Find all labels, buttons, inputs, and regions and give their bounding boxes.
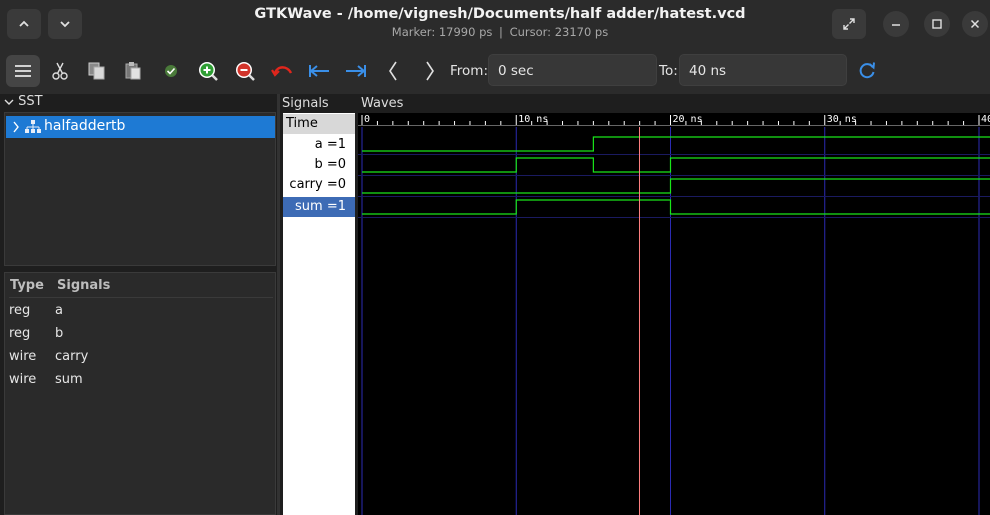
arrow-to-end-icon [346, 65, 366, 77]
waves-pane[interactable]: 0 10 ns 20 ns 30 ns 40 n [358, 113, 990, 515]
chevron-up-icon [19, 20, 29, 27]
scroll-up-button[interactable] [7, 9, 41, 39]
minimize-icon [892, 24, 900, 26]
window-title: GTKWave - /home/vignesh/Documents/half a… [254, 6, 746, 22]
paste-button[interactable] [118, 56, 148, 86]
undo-zoom-button[interactable] [267, 56, 297, 86]
menu-button[interactable] [6, 55, 40, 87]
signals-pane-title: Signals [282, 96, 329, 111]
hamburger-icon [15, 65, 31, 77]
from-label: From: [450, 63, 488, 79]
marker-readout: Marker: 17990 ps [391, 25, 493, 39]
zoom-in-button[interactable] [193, 56, 223, 86]
pane-divider[interactable] [277, 94, 280, 515]
signal-list-row[interactable]: wire carry [5, 347, 275, 369]
signals-pane: Time a =1 b =0 carry =0 sum =1 [283, 113, 355, 515]
maximize-button[interactable] [924, 11, 950, 37]
time-row: Time [283, 114, 355, 134]
waveform-canvas[interactable]: 0 10 ns 20 ns 30 ns 40 n [358, 113, 990, 515]
signal-type: reg [9, 303, 31, 318]
signal-row-a[interactable]: a =1 [283, 135, 355, 155]
scissors-icon [52, 62, 68, 80]
ruler-tick-label: 30 ns [827, 114, 857, 125]
signal-type: wire [9, 349, 37, 364]
expand-icon [843, 18, 855, 30]
ruler-tick-label: 20 ns [673, 114, 703, 125]
waves-pane-title: Waves [361, 96, 404, 111]
expander-right-icon [13, 121, 19, 133]
from-input[interactable]: 0 sec [488, 54, 657, 86]
copy-icon [88, 62, 105, 80]
jump-to-start-button[interactable] [304, 56, 334, 86]
signal-row-carry[interactable]: carry =0 [283, 175, 355, 195]
arrow-to-start-icon [309, 65, 329, 77]
signal-name: carry [55, 349, 89, 364]
paste-icon [125, 62, 141, 80]
expander-down-icon [4, 99, 14, 105]
minimize-button[interactable] [883, 11, 909, 37]
sst-header[interactable]: SST [4, 94, 43, 109]
zoom-out-button[interactable] [230, 56, 260, 86]
signal-list-row[interactable]: wire sum [5, 370, 275, 392]
cut-button[interactable] [45, 56, 75, 86]
maximize-icon [932, 19, 942, 29]
cursor-readout: Cursor: 23170 ps [509, 25, 609, 39]
shift-right-button[interactable] [415, 56, 445, 86]
signal-list-row[interactable]: reg a [5, 301, 275, 323]
sst-tree: halfaddertb [4, 112, 276, 266]
select-all-button[interactable] [156, 56, 186, 86]
title-bar: GTKWave - /home/vignesh/Documents/half a… [0, 0, 990, 48]
close-button[interactable] [962, 11, 988, 37]
shift-left-button[interactable] [378, 56, 408, 86]
ruler-tick-label: 10 ns [518, 114, 548, 125]
refresh-icon [859, 62, 875, 79]
signals-column-header[interactable]: Signals [57, 278, 110, 293]
signal-list-pane: Type Signals reg a reg b wire carry wire… [4, 272, 276, 515]
sst-label: SST [18, 94, 43, 109]
zoom-out-icon [236, 62, 255, 81]
to-label: To: [659, 63, 678, 79]
chevron-right-icon [426, 61, 434, 81]
chevron-down-icon [60, 21, 70, 28]
waves-background [358, 113, 990, 515]
tree-item-halfaddertb[interactable]: halfaddertb [6, 116, 275, 138]
copy-button[interactable] [82, 56, 112, 86]
type-column-header[interactable]: Type [10, 278, 44, 293]
ruler-tick-label: 40 n [981, 114, 990, 125]
signal-type: reg [9, 326, 31, 341]
signal-name: sum [55, 372, 83, 387]
scroll-down-button[interactable] [48, 9, 82, 39]
module-hierarchy-icon [25, 120, 41, 133]
signal-row-sum-selected[interactable]: sum =1 [283, 197, 355, 217]
toolbar: From: 0 sec To: 40 ns [0, 48, 990, 94]
signal-name: b [55, 326, 64, 341]
signal-type: wire [9, 372, 37, 387]
chevron-left-icon [389, 61, 397, 81]
tree-item-label: halfaddertb [44, 118, 126, 134]
undo-icon [271, 66, 293, 77]
window-subtitle: Marker: 17990 ps | Cursor: 23170 ps [220, 25, 780, 39]
zoom-in-icon [199, 62, 218, 81]
jump-to-end-button[interactable] [341, 56, 371, 86]
ruler-tick-label: 0 [364, 114, 370, 125]
signal-name: a [55, 303, 63, 318]
to-input[interactable]: 40 ns [679, 54, 847, 86]
reload-button[interactable] [852, 56, 882, 86]
fullscreen-button[interactable] [832, 9, 866, 39]
subtitle-separator: | [499, 25, 503, 39]
signal-row-b[interactable]: b =0 [283, 155, 355, 175]
close-icon [970, 19, 980, 29]
signal-list-row[interactable]: reg b [5, 324, 275, 346]
check-icon [165, 65, 177, 77]
header-divider [9, 297, 273, 298]
